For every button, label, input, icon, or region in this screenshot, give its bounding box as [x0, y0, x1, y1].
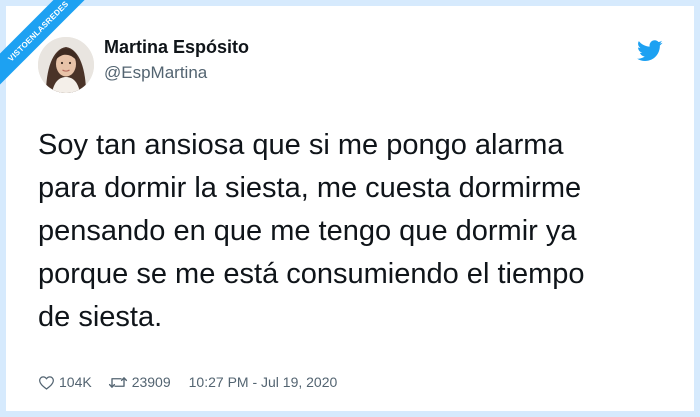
retweet-stat[interactable]: 23909	[108, 374, 171, 390]
watermark-text: VISTOENLASREDES	[0, 0, 103, 96]
watermark-ribbon: VISTOENLASREDES	[0, 0, 110, 110]
retweet-arrows-icon[interactable]	[108, 375, 128, 390]
twitter-bird-icon[interactable]	[637, 40, 663, 62]
tweet-timestamp[interactable]: 10:27 PM - Jul 19, 2020	[189, 374, 338, 390]
heart-outline-icon[interactable]	[38, 375, 55, 390]
tweet-meta: 104K 23909 10:27 PM - Jul 19, 2020	[38, 372, 337, 392]
author-handle[interactable]: @EspMartina	[104, 63, 207, 83]
like-stat[interactable]: 104K	[38, 374, 92, 390]
like-count: 104K	[59, 374, 92, 390]
author-display-name[interactable]: Martina Espósito	[104, 37, 249, 58]
retweet-count: 23909	[131, 374, 171, 390]
tweet-text: Soy tan ansiosa que si me pongo alarma p…	[38, 129, 585, 333]
